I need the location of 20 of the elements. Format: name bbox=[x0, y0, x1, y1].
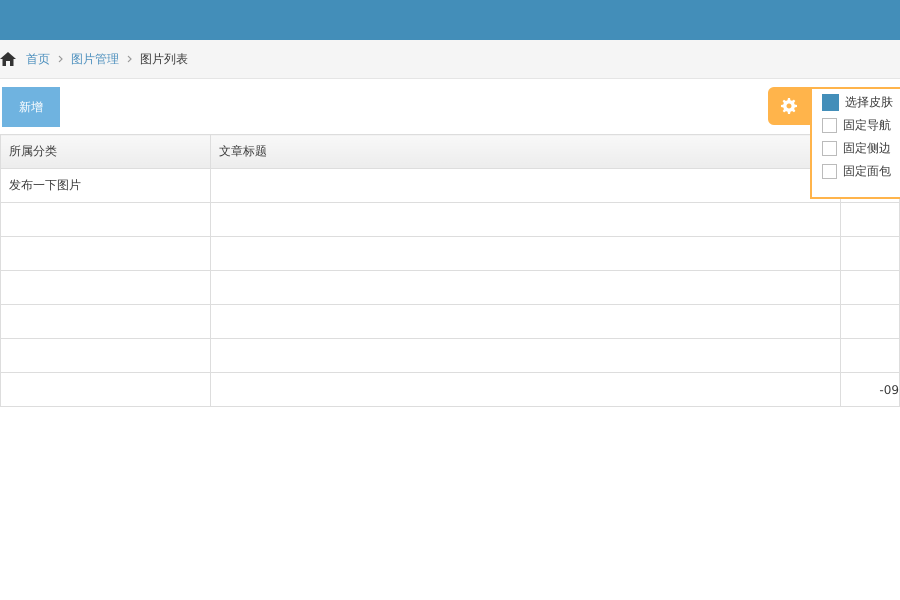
add-button[interactable]: 新增 bbox=[2, 87, 60, 127]
checkbox[interactable] bbox=[822, 118, 837, 133]
home-icon bbox=[0, 52, 16, 66]
checkbox[interactable] bbox=[822, 164, 837, 179]
option-label: 固定导航 bbox=[843, 117, 891, 134]
option-label: 固定侧边 bbox=[843, 140, 891, 157]
skin-swatch[interactable] bbox=[822, 94, 839, 111]
breadcrumb-current: 图片列表 bbox=[140, 50, 188, 68]
chevron-icon bbox=[58, 55, 63, 63]
checkbox[interactable] bbox=[822, 141, 837, 156]
option-label: 固定面包 bbox=[843, 163, 891, 180]
option-label: 选择皮肤 bbox=[845, 94, 893, 111]
column-header: 所属分类 bbox=[0, 134, 210, 168]
table-cell: 发布一下图片 bbox=[9, 178, 81, 192]
settings-button[interactable] bbox=[768, 87, 810, 125]
settings-icon bbox=[781, 98, 797, 114]
chevron-icon bbox=[127, 55, 132, 63]
breadcrumb-link[interactable]: 首页 bbox=[26, 50, 50, 68]
table-cell: -09 bbox=[879, 382, 899, 396]
breadcrumb-link[interactable]: 图片管理 bbox=[71, 50, 119, 68]
